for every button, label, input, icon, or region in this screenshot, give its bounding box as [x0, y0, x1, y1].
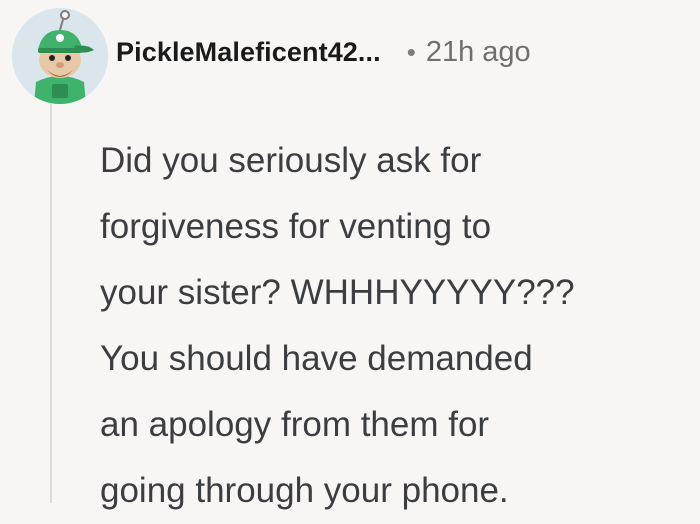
comment-body-line: your sister? WHHHYYYYY??? [100, 273, 575, 312]
snoo-avatar-icon[interactable] [12, 8, 108, 104]
comment-meta: PickleMaleficent42... • 21h ago [116, 22, 531, 82]
comment-timestamp[interactable]: 21h ago [426, 36, 531, 69]
comment: PickleMaleficent42... • 21h ago Did you … [0, 0, 700, 510]
comment-body: Did you seriously ask for forgiveness fo… [100, 128, 690, 524]
comment-body-line: You should have demanded [100, 339, 533, 378]
comment-body-line: going through your phone. [100, 471, 509, 510]
comment-body-line: forgiveness for venting to [100, 207, 492, 246]
thread-line[interactable] [50, 104, 52, 503]
comment-body-line: Did you seriously ask for [100, 141, 482, 180]
comment-body-line: an apology from them for [100, 405, 490, 444]
avatar-illustration [12, 8, 108, 104]
meta-separator: • [406, 36, 416, 67]
username-link[interactable]: PickleMaleficent42... [116, 37, 381, 68]
